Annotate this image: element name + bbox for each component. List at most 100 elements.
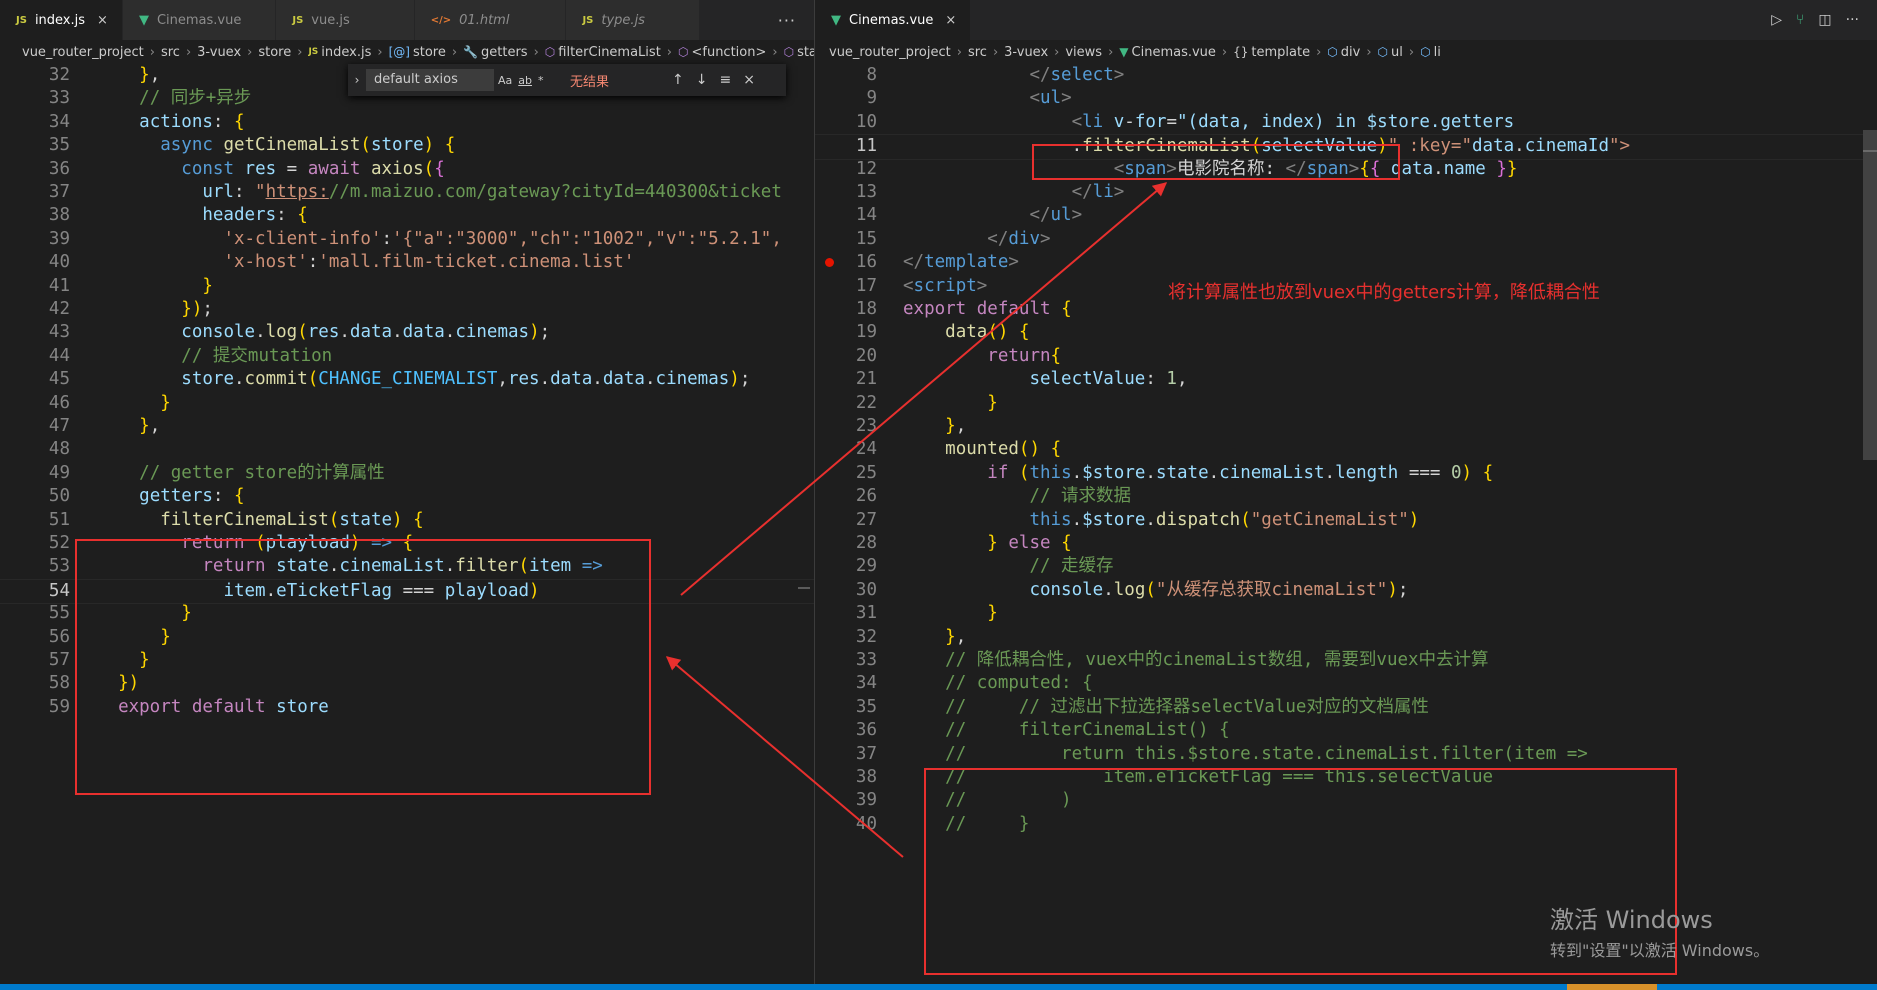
code-text[interactable]: } xyxy=(97,392,171,415)
code-line[interactable]: 35 // // 过滤出下拉选择器selectValue对应的文档属性 xyxy=(815,696,1877,719)
code-line[interactable]: 37 // return this.$store.state.cinemaLis… xyxy=(815,743,1877,766)
breadcrumb-item[interactable]: src xyxy=(968,45,987,60)
code-line[interactable]: 43 console.log(res.data.data.cinemas); xyxy=(0,321,814,344)
breadcrumb-item[interactable]: template xyxy=(1251,45,1310,60)
code-text[interactable]: // getter store的计算属性 xyxy=(97,462,385,485)
breadcrumb-item[interactable]: getters xyxy=(481,45,528,60)
code-text[interactable]: // 请求数据 xyxy=(903,485,1131,508)
code-line[interactable]: 9 <ul> xyxy=(815,87,1877,110)
code-line[interactable]: 27 this.$store.dispatch("getCinemaList") xyxy=(815,509,1877,532)
code-text[interactable]: } else { xyxy=(903,532,1071,555)
code-line[interactable]: 13 </li> xyxy=(815,181,1877,204)
code-text[interactable]: return{ xyxy=(903,345,1061,368)
more-actions-icon[interactable]: ··· xyxy=(760,0,814,40)
code-text[interactable]: store.commit(CHANGE_CINEMALIST,res.data.… xyxy=(97,368,750,391)
regex-toggle[interactable]: * xyxy=(538,74,544,87)
code-line[interactable]: 25 if (this.$store.state.cinemaList.leng… xyxy=(815,462,1877,485)
code-text[interactable]: selectValue: 1, xyxy=(903,368,1187,391)
code-text[interactable]: async getCinemaList(store) { xyxy=(97,134,455,157)
code-text[interactable]: }, xyxy=(97,64,160,87)
code-text[interactable]: export default { xyxy=(903,298,1072,321)
code-line[interactable]: 20 return{ xyxy=(815,345,1877,368)
code-line[interactable]: 34 // computed: { xyxy=(815,672,1877,695)
code-line[interactable]: 50 getters: { xyxy=(0,485,814,508)
breadcrumb-item[interactable]: state.ci xyxy=(797,45,814,60)
breadcrumb-item[interactable]: index.js xyxy=(321,45,371,60)
code-line[interactable]: 8 </select> xyxy=(815,64,1877,87)
code-text[interactable]: url: "https://m.maizuo.com/gateway?cityI… xyxy=(97,181,782,204)
code-line[interactable]: 36 const res = await axios({ xyxy=(0,158,814,181)
code-text[interactable]: // 降低耦合性, vuex中的cinemaList数组, 需要到vuex中去计… xyxy=(903,649,1488,672)
tab-01-html[interactable]: </> 01.html xyxy=(414,0,567,40)
code-text[interactable]: }, xyxy=(903,415,966,438)
code-line[interactable]: 38 headers: { xyxy=(0,204,814,227)
run-icon[interactable]: ▷ xyxy=(1771,12,1782,28)
code-line[interactable]: 32 }, xyxy=(815,626,1877,649)
code-text[interactable]: // computed: { xyxy=(903,672,1093,695)
code-text[interactable]: const res = await axios({ xyxy=(97,158,444,181)
code-text[interactable]: actions: { xyxy=(97,111,244,134)
code-text[interactable]: mounted() { xyxy=(903,438,1061,461)
code-text[interactable]: </li> xyxy=(903,181,1125,204)
code-text[interactable]: console.log(res.data.data.cinemas); xyxy=(97,321,550,344)
code-text[interactable]: </ul> xyxy=(903,204,1082,227)
code-line[interactable]: 39 'x-client-info':'{"a":"3000","ch":"10… xyxy=(0,228,814,251)
close-icon[interactable]: × xyxy=(945,13,956,28)
breadcrumb-item[interactable]: 3-vuex xyxy=(197,45,241,60)
whole-word-toggle[interactable]: ab xyxy=(518,74,532,87)
find-input[interactable]: default axios xyxy=(366,69,494,91)
scrollbar-thumb[interactable] xyxy=(1863,130,1877,460)
code-line[interactable]: 34 actions: { xyxy=(0,111,814,134)
code-line[interactable]: 14 </ul> xyxy=(815,204,1877,227)
code-line[interactable]: 21 selectValue: 1, xyxy=(815,368,1877,391)
breadcrumb-item[interactable]: li xyxy=(1434,45,1441,60)
code-text[interactable]: this.$store.dispatch("getCinemaList") xyxy=(903,509,1419,532)
breadcrumb-item[interactable]: src xyxy=(161,45,180,60)
breadcrumb-item[interactable]: <function> xyxy=(691,45,766,60)
selection-icon[interactable]: ≡ xyxy=(719,72,731,88)
code-line[interactable]: 46 } xyxy=(0,392,814,415)
breadcrumb-item[interactable]: ul xyxy=(1391,45,1403,60)
code-line[interactable]: 35 async getCinemaList(store) { xyxy=(0,134,814,157)
code-line[interactable]: 48 xyxy=(0,438,814,461)
code-text[interactable]: // filterCinemaList() { xyxy=(903,719,1229,742)
code-line[interactable]: 42 }); xyxy=(0,298,814,321)
code-text[interactable]: <li v-for="(data, index) in $store.gette… xyxy=(903,111,1515,134)
code-line[interactable]: 36 // filterCinemaList() { xyxy=(815,719,1877,742)
code-text[interactable]: 'x-host':'mall.film-ticket.cinema.list' xyxy=(97,251,634,274)
code-text[interactable]: 'x-client-info':'{"a":"3000","ch":"1002"… xyxy=(97,228,781,251)
code-text[interactable]: // return this.$store.state.cinemaList.f… xyxy=(903,743,1588,766)
code-line[interactable]: 24 mounted() { xyxy=(815,438,1877,461)
code-text[interactable]: // 走缓存 xyxy=(903,555,1113,578)
tab-index-js[interactable]: JS index.js × xyxy=(0,0,123,40)
code-line[interactable]: 41 } xyxy=(0,275,814,298)
code-line[interactable]: 10 <li v-for="(data, index) in $store.ge… xyxy=(815,111,1877,134)
code-line[interactable]: 51 filterCinemaList(state) { xyxy=(0,509,814,532)
code-text[interactable]: } xyxy=(97,275,213,298)
breadcrumb-item[interactable]: views xyxy=(1065,45,1102,60)
code-text[interactable]: } xyxy=(903,602,998,625)
tab-cinemas-vue[interactable]: ▼ Cinemas.vue xyxy=(122,0,277,40)
code-line[interactable]: 22 } xyxy=(815,392,1877,415)
breadcrumb-item[interactable]: store xyxy=(413,45,446,60)
code-text[interactable]: data() { xyxy=(903,321,1029,344)
code-text[interactable]: // 同步+异步 xyxy=(97,87,251,110)
code-text[interactable]: }, xyxy=(903,626,966,649)
split-editor-icon[interactable]: ◫ xyxy=(1818,12,1831,28)
code-line[interactable]: 29 // 走缓存 xyxy=(815,555,1877,578)
breadcrumb-item[interactable]: vue_router_project xyxy=(22,45,144,60)
code-line[interactable]: 47 }, xyxy=(0,415,814,438)
code-text[interactable]: // // 过滤出下拉选择器selectValue对应的文档属性 xyxy=(903,696,1429,719)
arrow-up-icon[interactable]: ↑ xyxy=(672,72,684,88)
arrow-down-icon[interactable]: ↓ xyxy=(696,72,708,88)
breadcrumb-item[interactable]: div xyxy=(1341,45,1361,60)
code-line[interactable]: 19 data() { xyxy=(815,321,1877,344)
code-line[interactable]: 16 </template> xyxy=(815,251,1877,274)
code-area[interactable]: 32 }, 33 // 同步+异步 34 actions: {35 async ge… xyxy=(0,64,814,990)
tab-cinemas-vue[interactable]: ▼ Cinemas.vue × xyxy=(815,0,972,40)
match-case-toggle[interactable]: Aa xyxy=(498,74,512,87)
code-line[interactable]: 45 store.commit(CHANGE_CINEMALIST,res.da… xyxy=(0,368,814,391)
code-text[interactable]: filterCinemaList(state) { xyxy=(97,509,423,532)
code-line[interactable]: 23 }, xyxy=(815,415,1877,438)
code-text[interactable]: </select> xyxy=(903,64,1124,87)
